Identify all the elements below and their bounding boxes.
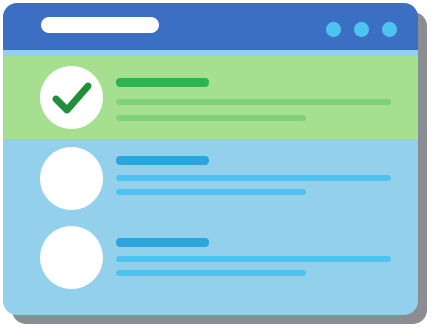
window-control-dot[interactable]: [326, 22, 341, 37]
illustration: [0, 0, 432, 328]
item-text-line: [116, 115, 306, 121]
item-text-line: [116, 270, 306, 276]
item-title-placeholder: [116, 156, 209, 165]
list-item-checked[interactable]: [3, 56, 418, 139]
window-control-dot[interactable]: [354, 22, 369, 37]
list-item[interactable]: [3, 220, 418, 304]
item-text-line: [116, 256, 391, 262]
list-item[interactable]: [3, 139, 418, 220]
checkmark-icon: [52, 82, 92, 114]
item-title-placeholder: [116, 238, 209, 247]
item-text-line: [116, 189, 306, 195]
browser-window: [3, 3, 418, 315]
item-text-line: [116, 99, 391, 105]
checkbox-checked[interactable]: [40, 66, 103, 129]
item-text-line: [116, 175, 391, 181]
address-bar[interactable]: [41, 17, 159, 33]
item-title-placeholder: [116, 78, 209, 87]
title-bar: [3, 3, 418, 50]
window-control-dot[interactable]: [382, 22, 397, 37]
checkbox-unchecked[interactable]: [40, 226, 103, 289]
checkbox-unchecked[interactable]: [40, 147, 103, 210]
